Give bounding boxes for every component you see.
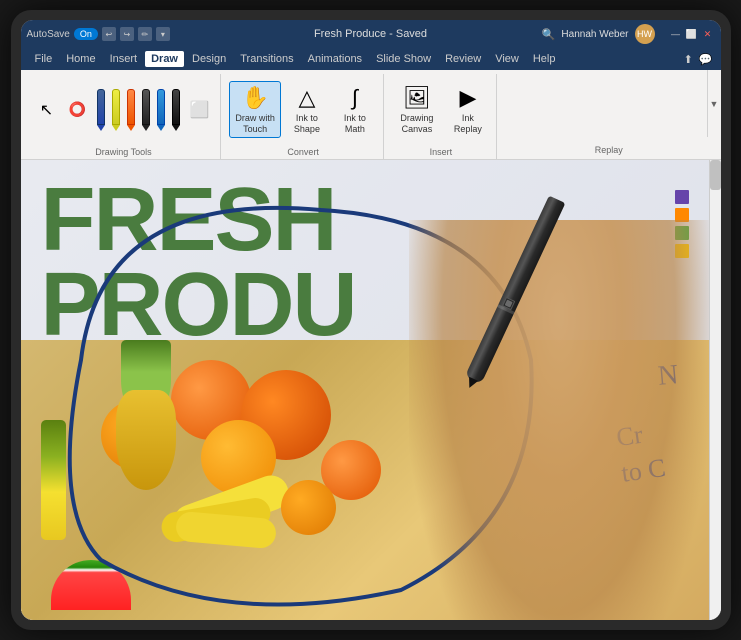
menu-transitions[interactable]: Transitions [234,51,299,67]
insert-label: Insert [430,145,453,159]
selector-tool[interactable]: ↖ [33,97,61,123]
ink-shape-label: Ink toShape [294,113,320,135]
lasso-tool[interactable]: ⭕ [64,98,92,121]
lasso-icon: ⭕ [69,101,86,118]
user-name[interactable]: Hannah Weber [561,29,628,40]
color-palette [675,190,689,258]
menu-file[interactable]: File [29,51,59,67]
pen-quick-icon[interactable]: ✏ [138,27,152,41]
pen-orange[interactable] [125,87,137,133]
title-bar: AutoSave On ↩ ↪ ✏ ▾ Fresh Produce - Save… [21,20,721,48]
selector-icon: ↖ [40,100,53,120]
title-bar-right: 🔍 Hannah Weber HW — ⬜ ✕ [542,24,715,44]
pen-black[interactable] [170,87,182,133]
pen-dark[interactable] [140,87,152,133]
produce-subtitle: PRODU [41,265,356,346]
ink-to-math-button[interactable]: ∫ Ink toMath [333,82,377,138]
close-button[interactable]: ✕ [701,27,715,41]
menu-design[interactable]: Design [186,51,232,67]
ribbon: ↖ ⭕ [21,70,721,160]
ink-math-icon: ∫ [352,85,358,111]
search-icon[interactable]: 🔍 [542,28,556,41]
fruit-orange-6 [281,480,336,535]
drawing-tools-items: ↖ ⭕ [33,74,215,145]
pen-blue2[interactable] [155,87,167,133]
scrollbar-thumb[interactable] [710,160,721,190]
ink-shape-icon: △ [298,85,315,111]
convert-items: ✋ Draw withTouch △ Ink toShape ∫ Ink toM… [229,74,377,145]
menu-help[interactable]: Help [527,51,562,67]
pen-blue[interactable] [95,87,107,133]
menu-review[interactable]: Review [439,51,487,67]
corn [41,420,66,540]
undo-icon[interactable]: ↩ [102,27,116,41]
autosave-label: AutoSave [27,29,70,40]
menu-bar: File Home Insert Draw Design Transitions… [21,48,721,70]
doc-content: FRESH PRODU [21,160,709,620]
canvas-icon: 🖼 [403,85,431,111]
eraser-icon: ⬜ [190,100,210,120]
ink-math-label: Ink toMath [344,113,366,135]
convert-group: ✋ Draw withTouch △ Ink toShape ∫ Ink toM… [223,74,384,159]
swatch-green [675,226,689,240]
device-frame: AutoSave On ↩ ↪ ✏ ▾ Fresh Produce - Save… [11,10,731,630]
drawing-canvas-button[interactable]: 🖼 DrawingCanvas [392,82,442,138]
ribbon-scroll-button[interactable]: ▼ [707,70,721,137]
pen-button [502,297,515,310]
menu-draw[interactable]: Draw [145,51,184,67]
autosave-toggle[interactable]: On [74,28,98,40]
menu-insert[interactable]: Insert [104,51,144,67]
handwritten-note-n: N [657,359,680,393]
swatch-purple [675,190,689,204]
customize-icon[interactable]: ▾ [156,27,170,41]
title-bar-left: AutoSave On ↩ ↪ ✏ ▾ [27,27,170,41]
insert-items: 🖼 DrawingCanvas ▶ InkReplay [392,74,490,145]
menu-home[interactable]: Home [60,51,101,67]
document-title: Fresh Produce - Saved [314,28,427,40]
scroll-down-icon: ▼ [710,99,719,109]
minimize-button[interactable]: — [669,27,683,41]
swatch-yellow [675,244,689,258]
drawing-tools-group: ↖ ⭕ [27,74,222,159]
replay-icon: ▶ [459,85,476,111]
menu-view[interactable]: View [489,51,525,67]
drawing-tools-label: Drawing Tools [95,145,151,159]
eraser-tool[interactable]: ⬜ [185,97,215,123]
swatch-orange [675,208,689,222]
window-controls: — ⬜ ✕ [669,27,715,41]
draw-with-touch-button[interactable]: ✋ Draw withTouch [229,81,281,139]
ribbon-content: ↖ ⭕ [21,70,721,159]
restore-button[interactable]: ⬜ [685,27,699,41]
menu-slideshow[interactable]: Slide Show [370,51,437,67]
replay-label: Replay [503,143,715,157]
convert-label: Convert [287,145,319,159]
avatar[interactable]: HW [635,24,655,44]
produce-image-area [21,340,709,620]
ink-to-shape-button[interactable]: △ Ink toShape [285,82,329,138]
insert-group: 🖼 DrawingCanvas ▶ InkReplay Insert [386,74,497,159]
pineapple-body [116,390,176,490]
comments-icon[interactable]: 💬 [699,53,713,66]
redo-icon[interactable]: ↪ [120,27,134,41]
ribbon-access-icon[interactable]: ⬆ [684,53,693,66]
handwritten-line2: to C [620,451,669,493]
draw-touch-icon: ✋ [241,85,268,111]
fresh-title: FRESH [41,180,336,261]
watermelon [51,560,131,610]
canvas-label: DrawingCanvas [400,113,433,135]
screen: AutoSave On ↩ ↪ ✏ ▾ Fresh Produce - Save… [21,20,721,620]
document-page: FRESH PRODU [21,160,709,620]
replay-group: Replay [499,74,715,159]
pen-detail [497,304,515,314]
document-area: FRESH PRODU [21,160,721,620]
pen-yellow[interactable] [110,87,122,133]
menu-animations[interactable]: Animations [302,51,368,67]
draw-touch-label: Draw withTouch [235,113,275,135]
ink-replay-button[interactable]: ▶ InkReplay [446,82,490,138]
replay-label: InkReplay [454,113,482,135]
document-scrollbar[interactable] [709,160,721,620]
